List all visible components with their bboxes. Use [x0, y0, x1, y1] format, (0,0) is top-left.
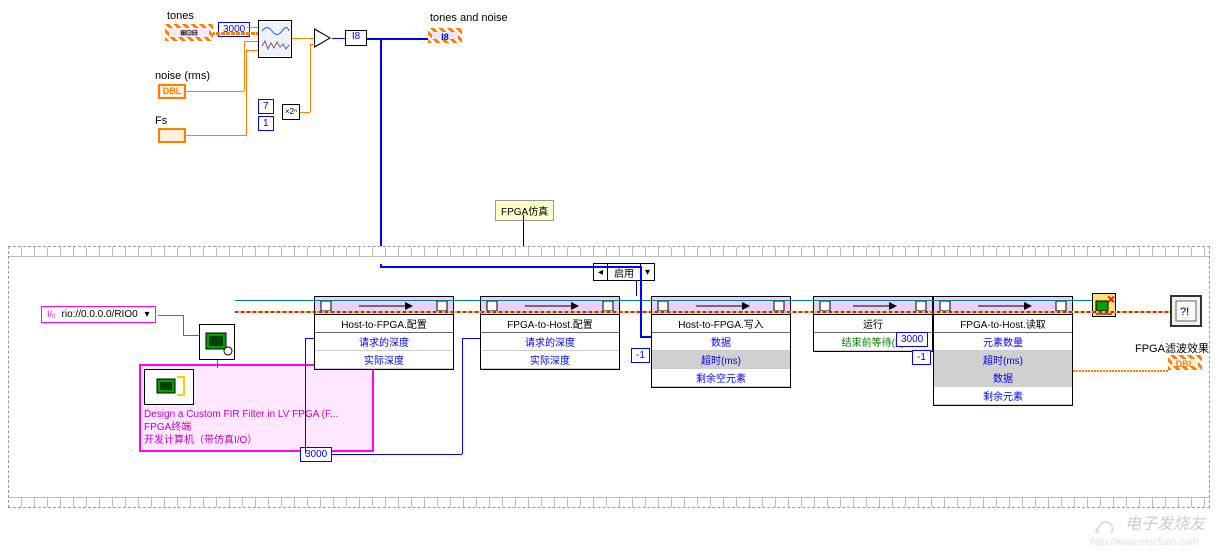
- wire: [462, 338, 480, 339]
- param-actual-depth[interactable]: 实际深度: [481, 351, 619, 369]
- open-fpga-icon: [202, 327, 234, 359]
- svg-text:?!: ?!: [1180, 306, 1189, 318]
- seq-film-top: [9, 247, 1209, 257]
- signal-generator-node[interactable]: [258, 20, 292, 58]
- wire: [462, 338, 463, 454]
- rio-url-text: rio://0.0.0.0/RIO0: [62, 309, 138, 320]
- wire: [310, 44, 315, 45]
- fpga-ref-line3: 开发计算机（带仿真I/O）: [144, 434, 369, 447]
- wire: [244, 41, 245, 91]
- wire: [332, 38, 345, 39]
- fpga-filter-result-label: FPGA滤波效果: [1135, 340, 1209, 356]
- wire: [244, 41, 258, 42]
- wire: [292, 38, 314, 39]
- multiply-node[interactable]: [315, 30, 329, 46]
- param-element-count[interactable]: 元素数量: [934, 333, 1072, 351]
- method-name: Host-to-FPGA.写入: [652, 315, 790, 333]
- error-out-indicator[interactable]: ?!: [1170, 295, 1202, 327]
- param-requested-depth[interactable]: 请求的深度: [481, 333, 619, 351]
- to-i8-node[interactable]: I8: [345, 30, 367, 46]
- watermark: 电子发烧友 http://www.elecfans.com: [1091, 510, 1205, 548]
- wire: [305, 338, 306, 454]
- invoke-fpga-to-host-config[interactable]: FPGA-to-Host.配置 请求的深度 实际深度: [480, 296, 620, 370]
- watermark-logo-icon: [1091, 513, 1121, 537]
- scale-power2-node[interactable]: ×2ⁿ: [282, 104, 300, 120]
- const-7[interactable]: 7: [258, 99, 274, 114]
- method-name: FPGA-to-Host.配置: [481, 315, 619, 333]
- wire: [380, 266, 640, 268]
- watermark-url: http://www.elecfans.com: [1091, 537, 1205, 548]
- wire: [183, 315, 184, 335]
- method-name: FPGA-to-Host.读取: [934, 315, 1072, 333]
- wire: [213, 32, 258, 35]
- param-timeout[interactable]: 超时(ms): [934, 351, 1072, 369]
- fpga-ref-line2: FPGA终端: [144, 421, 369, 434]
- wire: [158, 315, 183, 316]
- const-neg1-timeout-a[interactable]: -1: [631, 348, 650, 363]
- fpga-ref-line1: Design a Custom FIR Filter in LV FPGA (F…: [144, 408, 369, 421]
- invoke-host-to-fpga-write[interactable]: Host-to-FPGA.写入 数据 超时(ms) 剩余空元素: [651, 296, 791, 388]
- seq-film-bottom: [9, 497, 1209, 507]
- fpga-sim-tooltip: FPGA仿真: [495, 200, 554, 221]
- param-timeout[interactable]: 超时(ms): [652, 351, 790, 369]
- wire: [247, 27, 258, 28]
- close-fpga-vi-ref-node[interactable]: ×: [1092, 293, 1116, 317]
- wire: [300, 112, 310, 113]
- param-data[interactable]: 数据: [652, 333, 790, 351]
- fpga-vi-reference[interactable]: Design a Custom FIR Filter in LV FPGA (F…: [139, 364, 374, 452]
- param-requested-depth[interactable]: 请求的深度: [315, 333, 453, 351]
- wire: [380, 38, 382, 266]
- wire: [246, 50, 258, 51]
- tones-label: tones: [167, 10, 194, 22]
- error-icon: ?!: [1174, 299, 1198, 323]
- wire: [246, 50, 247, 136]
- wire: [640, 336, 651, 338]
- wire: [367, 38, 428, 40]
- tones-control-terminal[interactable]: ⊞⊡⊟: [165, 24, 213, 41]
- io-glyph-icon: I/₀: [47, 309, 56, 319]
- fpga-chip-icon: [149, 373, 189, 401]
- param-empty-remaining[interactable]: 剩余空元素: [652, 369, 790, 387]
- tones-noise-label: tones and noise: [430, 12, 508, 24]
- fs-label: Fs: [155, 115, 167, 127]
- noise-rms-control-terminal[interactable]: DBL: [158, 84, 186, 99]
- ring-right-icon[interactable]: ▾: [640, 264, 654, 280]
- param-data[interactable]: 数据: [934, 369, 1072, 387]
- fs-control-terminal[interactable]: [158, 128, 186, 143]
- wire: [1073, 370, 1168, 372]
- wire: [305, 338, 314, 339]
- method-name: Host-to-FPGA.配置: [315, 315, 453, 333]
- fpga-ref-icon: [144, 369, 194, 405]
- open-fpga-vi-ref-node[interactable]: [199, 324, 235, 360]
- const-1[interactable]: 1: [258, 116, 274, 131]
- x2-icon: ×2ⁿ: [283, 107, 297, 116]
- rio-url-constant[interactable]: I/₀ rio://0.0.0.0/RIO0 ▾: [41, 306, 156, 323]
- wire: [310, 44, 311, 112]
- wire: [235, 300, 1092, 301]
- param-actual-depth[interactable]: 实际深度: [315, 351, 453, 369]
- method-name: 运行: [814, 315, 932, 333]
- waveform-icon: [259, 21, 291, 57]
- wire: [217, 360, 218, 368]
- const-3000-elements[interactable]: 3000: [896, 332, 928, 347]
- param-remaining[interactable]: 剩余元素: [934, 387, 1072, 405]
- svg-text:×: ×: [1107, 294, 1115, 307]
- wire: [183, 335, 199, 336]
- fpga-filter-result-indicator[interactable]: DBL: [1168, 355, 1202, 370]
- wire: [186, 135, 246, 136]
- tones-noise-indicator-terminal[interactable]: I8: [428, 28, 462, 43]
- const-neg1-timeout-b[interactable]: -1: [912, 350, 931, 365]
- wire: [636, 281, 637, 296]
- wire: [186, 91, 244, 92]
- dropdown-icon[interactable]: ▾: [144, 309, 149, 320]
- noise-rms-label: noise (rms): [155, 70, 210, 82]
- wire: [332, 454, 462, 455]
- wire: [235, 311, 1170, 313]
- invoke-host-to-fpga-config[interactable]: Host-to-FPGA.配置 请求的深度 实际深度: [314, 296, 454, 370]
- wire: [640, 266, 642, 336]
